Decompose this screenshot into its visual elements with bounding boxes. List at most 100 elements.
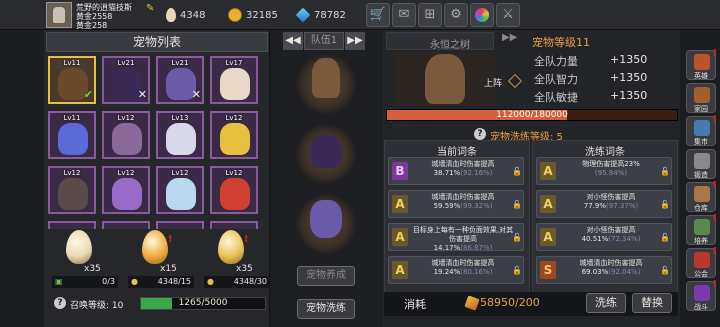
lock-icon[interactable]: 🔓 [512,200,522,210]
help-icon[interactable]: ? [54,297,66,309]
tree-pet-sprite [312,58,340,98]
summon-egg[interactable]: x35 [56,224,102,284]
pet-slot[interactable]: Lv12 [156,166,204,214]
alert-icon: ! [712,48,717,59]
egg-cost: ▣ 0/3 [52,276,118,288]
pet-slot[interactable]: Lv13 [156,111,204,159]
summon-label-text: 召唤等级: [70,301,110,311]
sword-button[interactable]: ⚔ [496,3,520,27]
pet-sprite [112,178,142,210]
side-menu-item[interactable]: 英雄! [686,48,717,80]
pet-raise-button[interactable]: 宠物养成 [297,266,355,286]
pet-level-label: Lv12 [225,169,243,177]
egg-icon [142,230,168,264]
crystal-pet-sprite [310,200,342,238]
summon-label: 召唤等级: 10 [70,298,123,311]
next-team-arrow[interactable]: ▶▶ [345,32,365,50]
wash-attr-row[interactable]: A 物理伤害提高23% (95.84%) 🔓 [536,157,672,185]
shop-button[interactable]: 🛒 [366,3,390,27]
pet-slot[interactable]: Lv12 [210,111,258,159]
side-menu-item[interactable]: 公会! [686,246,717,278]
settings-icon: ⚙ [450,7,462,22]
lock-icon[interactable]: 🔓 [660,167,670,177]
side-menu-label: 公会 [694,270,708,278]
pet-slot[interactable]: Lv17 [210,56,258,104]
side-menu-label: 锻造 [694,171,708,179]
wash-help-icon[interactable]: ? [474,128,486,140]
attr-desc: 城墙清血时伤害提高 [431,160,495,168]
summon-egg[interactable]: x35 [208,224,254,284]
side-menu-label: 集市 [694,138,708,146]
side-menu-item[interactable]: 集市! [686,114,717,146]
pet-slot[interactable]: Lv12 [102,111,150,159]
egg-icon: ● [207,277,214,286]
egg-cost: ● 4348/30 [204,276,270,288]
attr-desc: 城墙清血时伤害提高 [431,193,495,201]
stat-label: 全队力量 [534,55,578,68]
attr-max: (72.34%) [608,235,641,243]
wash-attr-row[interactable]: S 城墙清血时伤害提高 69.03%(92.04%) 🔓 [536,256,672,284]
lock-icon[interactable]: 🔓 [512,266,522,276]
team-slot-2[interactable] [296,124,356,184]
pet-sprite [58,123,88,155]
wash-button[interactable]: 洗练 [586,293,626,313]
side-menu-item[interactable]: 战斗! [686,279,717,311]
attr-desc: 城墙清血时伤害提高 [579,259,643,267]
color-wheel-button[interactable] [470,3,494,27]
pet-slot[interactable]: Lv12 [102,166,150,214]
player-name-block: 荒野的逍猫技斯 黄金2558 黄金258 [76,3,132,30]
lock-icon[interactable]: 🔓 [512,233,522,243]
settings-button[interactable]: ⚙ [444,3,468,27]
pet-slot[interactable]: Lv21 ✕ [156,56,204,104]
pet-slot[interactable]: Lv11 [48,111,96,159]
mail-button[interactable]: ✉ [392,3,416,27]
side-menu-item[interactable]: 培养! [686,213,717,245]
pet-slot[interactable]: Lv11 ✔ [48,56,96,104]
check-icon: ✔ [83,88,93,101]
pet-slot[interactable]: Lv12 [48,166,96,214]
ticket-icon: ▣ [55,277,63,286]
summon-progress-text: 1265/5000 [178,298,228,308]
grade-badge: S [540,261,556,279]
lock-icon[interactable]: 🔓 [660,233,670,243]
side-menu-item[interactable]: 家园 [686,83,716,113]
side-menu-item[interactable]: 锻造 [686,149,716,179]
resource-gems: 78782 [295,6,346,24]
current-attr-row[interactable]: A 城墙清血时伤害提高 59.59%(99.32%) 🔓 [388,190,524,218]
lock-icon[interactable]: 🔓 [660,200,670,210]
gold-count: 32185 [246,9,278,21]
attr-pct: 59.59% [433,202,461,210]
pet-slot[interactable]: Lv21 ✕ [102,56,150,104]
gamepad-button[interactable]: ⊞ [418,3,442,27]
pet-name: 永恒之树 [430,40,470,51]
attr-desc: 对小怪伤害提高 [586,193,636,201]
detail-next-arrow[interactable]: ▶▶ [502,32,517,43]
avatar[interactable] [46,2,72,28]
team-slot-1[interactable] [296,54,356,114]
dark-pet-sprite [310,134,342,168]
team-slot-3[interactable] [296,194,356,254]
pet-slot[interactable]: Lv12 [210,166,258,214]
lock-icon[interactable]: 🔓 [512,167,522,177]
team-tab[interactable]: 队伍1 [304,32,344,50]
side-menu-item[interactable]: 仓库! [686,180,717,212]
replace-button[interactable]: 替换 [632,293,672,313]
prev-team-arrow[interactable]: ◀◀ [283,32,303,50]
current-attr-row[interactable]: B 城墙清血时伤害提高 38.71%(92.16%) 🔓 [388,157,524,185]
current-attr-row[interactable]: A 城墙清血时伤害提高 19.24%(80.16%) 🔓 [388,256,524,284]
cost-value: 58950/200 [480,296,540,309]
player-name: 荒野的逍猫技斯 [76,3,132,12]
current-attr-row[interactable]: A 目标身上每有一种负面效果,对其伤害提高 14.17%(86.87%) 🔓 [388,223,524,252]
pet-wash-button[interactable]: 宠物洗练 [297,299,355,319]
edit-name-icon[interactable]: ✎ [146,3,158,15]
summon-egg[interactable]: x15 [132,224,178,284]
wash-attr-row[interactable]: A 对小怪伤害提高 40.51%(72.34%) 🔓 [536,223,672,251]
stat-value: +1350 [610,89,648,102]
cost-label: 消耗 [404,298,426,311]
wash-attr-row[interactable]: A 对小怪伤害提高 77.9%(97.37%) 🔓 [536,190,672,218]
grade-badge: A [540,162,556,180]
lock-icon[interactable]: 🔓 [660,266,670,276]
alert-icon: ! [244,234,249,245]
sword-icon: ⚔ [502,7,514,22]
egg-cost-text: 4348/15 [157,277,191,286]
